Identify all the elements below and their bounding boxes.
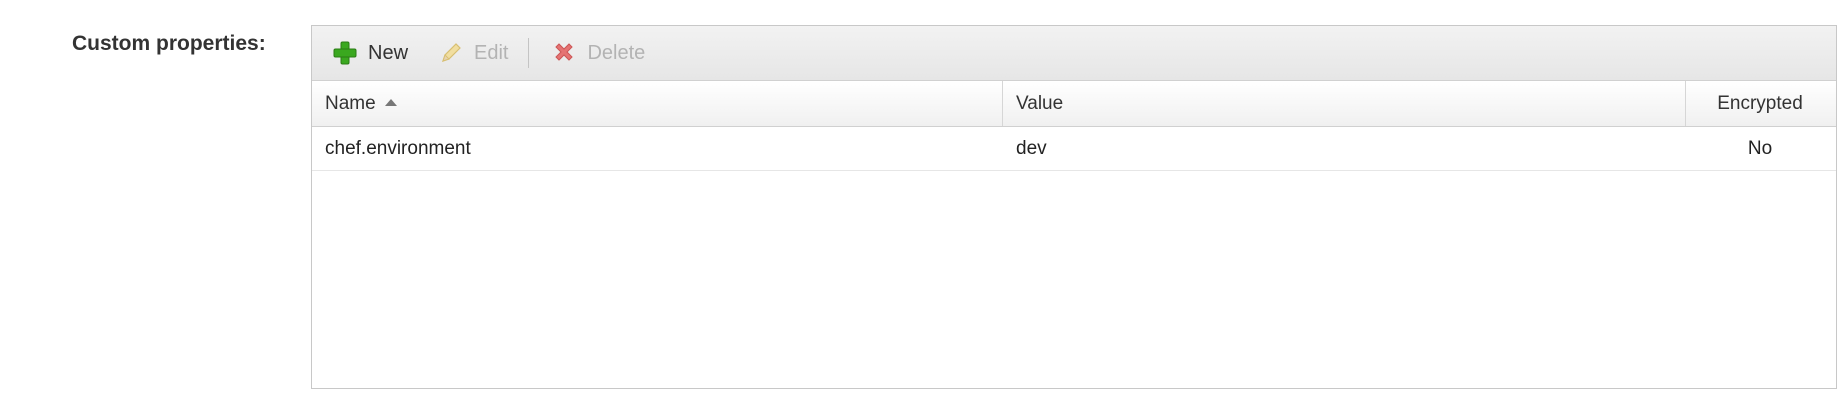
column-header-name-label: Name <box>325 92 376 114</box>
cell-name: chef.environment <box>325 137 471 159</box>
cell-value: dev <box>1016 137 1047 159</box>
x-icon <box>551 40 577 66</box>
column-header-encrypted[interactable]: Encrypted <box>1686 81 1834 126</box>
grid-toolbar: New Edit Delete <box>312 26 1836 81</box>
toolbar-separator <box>528 38 530 68</box>
custom-properties-grid: New Edit Delete Name Value Encrypted che… <box>311 25 1837 389</box>
delete-button[interactable]: Delete <box>551 40 645 66</box>
sort-ascending-icon <box>384 99 397 106</box>
table-row[interactable]: chef.environment dev No <box>312 127 1836 171</box>
pencil-icon <box>438 40 464 66</box>
new-button-label: New <box>368 41 409 64</box>
column-header-encrypted-label: Encrypted <box>1717 92 1803 114</box>
plus-icon <box>332 40 358 66</box>
grid-body: chef.environment dev No <box>312 127 1836 171</box>
edit-button-label: Edit <box>474 41 509 64</box>
column-header-value-label: Value <box>1016 92 1064 114</box>
column-header-value[interactable]: Value <box>1003 81 1686 126</box>
column-header-name[interactable]: Name <box>312 81 1003 126</box>
cell-encrypted: No <box>1747 137 1773 159</box>
delete-button-label: Delete <box>587 41 646 64</box>
edit-button[interactable]: Edit <box>438 40 508 66</box>
custom-properties-section: Custom properties: New Edit Delete Name … <box>0 0 1844 402</box>
new-button[interactable]: New <box>332 40 408 66</box>
grid-header: Name Value Encrypted <box>312 81 1836 127</box>
custom-properties-label: Custom properties: <box>72 32 266 55</box>
